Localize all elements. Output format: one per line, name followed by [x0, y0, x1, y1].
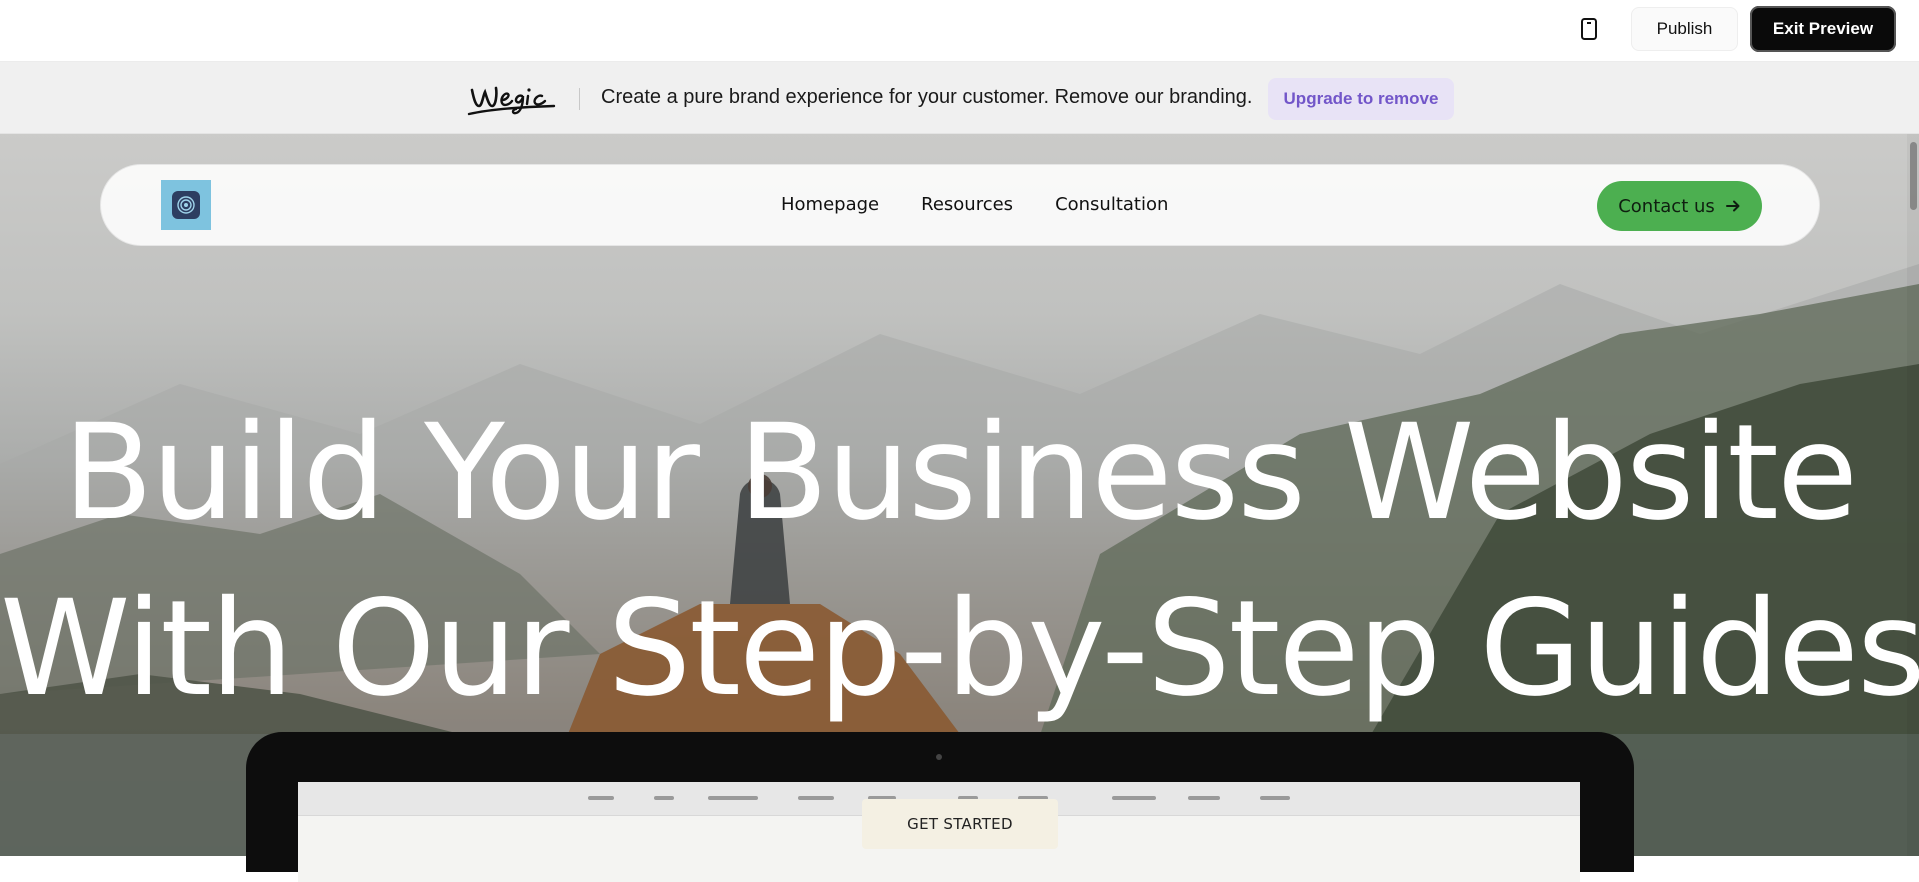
site-navbar: Homepage Resources Consultation Contact …: [100, 164, 1820, 246]
hero-headline-line1: Build Your Business Website: [62, 396, 1858, 550]
editor-toolbar: Publish Exit Preview: [0, 0, 1919, 62]
exit-preview-button[interactable]: Exit Preview: [1750, 6, 1896, 52]
mockup-nav-line: [1112, 796, 1156, 800]
mockup-nav-line: [798, 796, 834, 800]
nav-link-resources[interactable]: Resources: [921, 194, 1013, 215]
mockup-nav-line: [588, 796, 614, 800]
contact-us-button[interactable]: Contact us: [1597, 181, 1762, 231]
mockup-nav-line: [1260, 796, 1290, 800]
mockup-nav-line: [1188, 796, 1220, 800]
publish-button[interactable]: Publish: [1631, 7, 1738, 51]
nav-link-consultation[interactable]: Consultation: [1055, 194, 1168, 215]
scrollbar-thumb[interactable]: [1910, 142, 1917, 210]
mockup-nav-line: [654, 796, 674, 800]
upgrade-button[interactable]: Upgrade to remove: [1268, 78, 1454, 120]
branding-banner: Create a pure brand experience for your …: [0, 62, 1919, 134]
arrow-right-icon: [1725, 200, 1740, 212]
nav-links: Homepage Resources Consultation: [781, 194, 1168, 215]
laptop-camera: [936, 754, 942, 760]
contact-us-label: Contact us: [1618, 195, 1715, 217]
brand-divider: [579, 88, 580, 110]
get-started-button[interactable]: GET STARTED: [862, 799, 1058, 849]
hero-headline-line2: With Our Step-by-Step Guides: [0, 572, 1919, 726]
mobile-preview-button[interactable]: [1574, 14, 1604, 44]
nav-link-homepage[interactable]: Homepage: [781, 194, 879, 215]
mockup-nav-line: [708, 796, 758, 800]
spiral-logo-icon: [172, 191, 200, 219]
wegic-logo: [467, 86, 556, 116]
branding-message: Create a pure brand experience for your …: [601, 86, 1253, 108]
mobile-device-icon: [1581, 18, 1597, 40]
site-logo[interactable]: [161, 180, 211, 230]
